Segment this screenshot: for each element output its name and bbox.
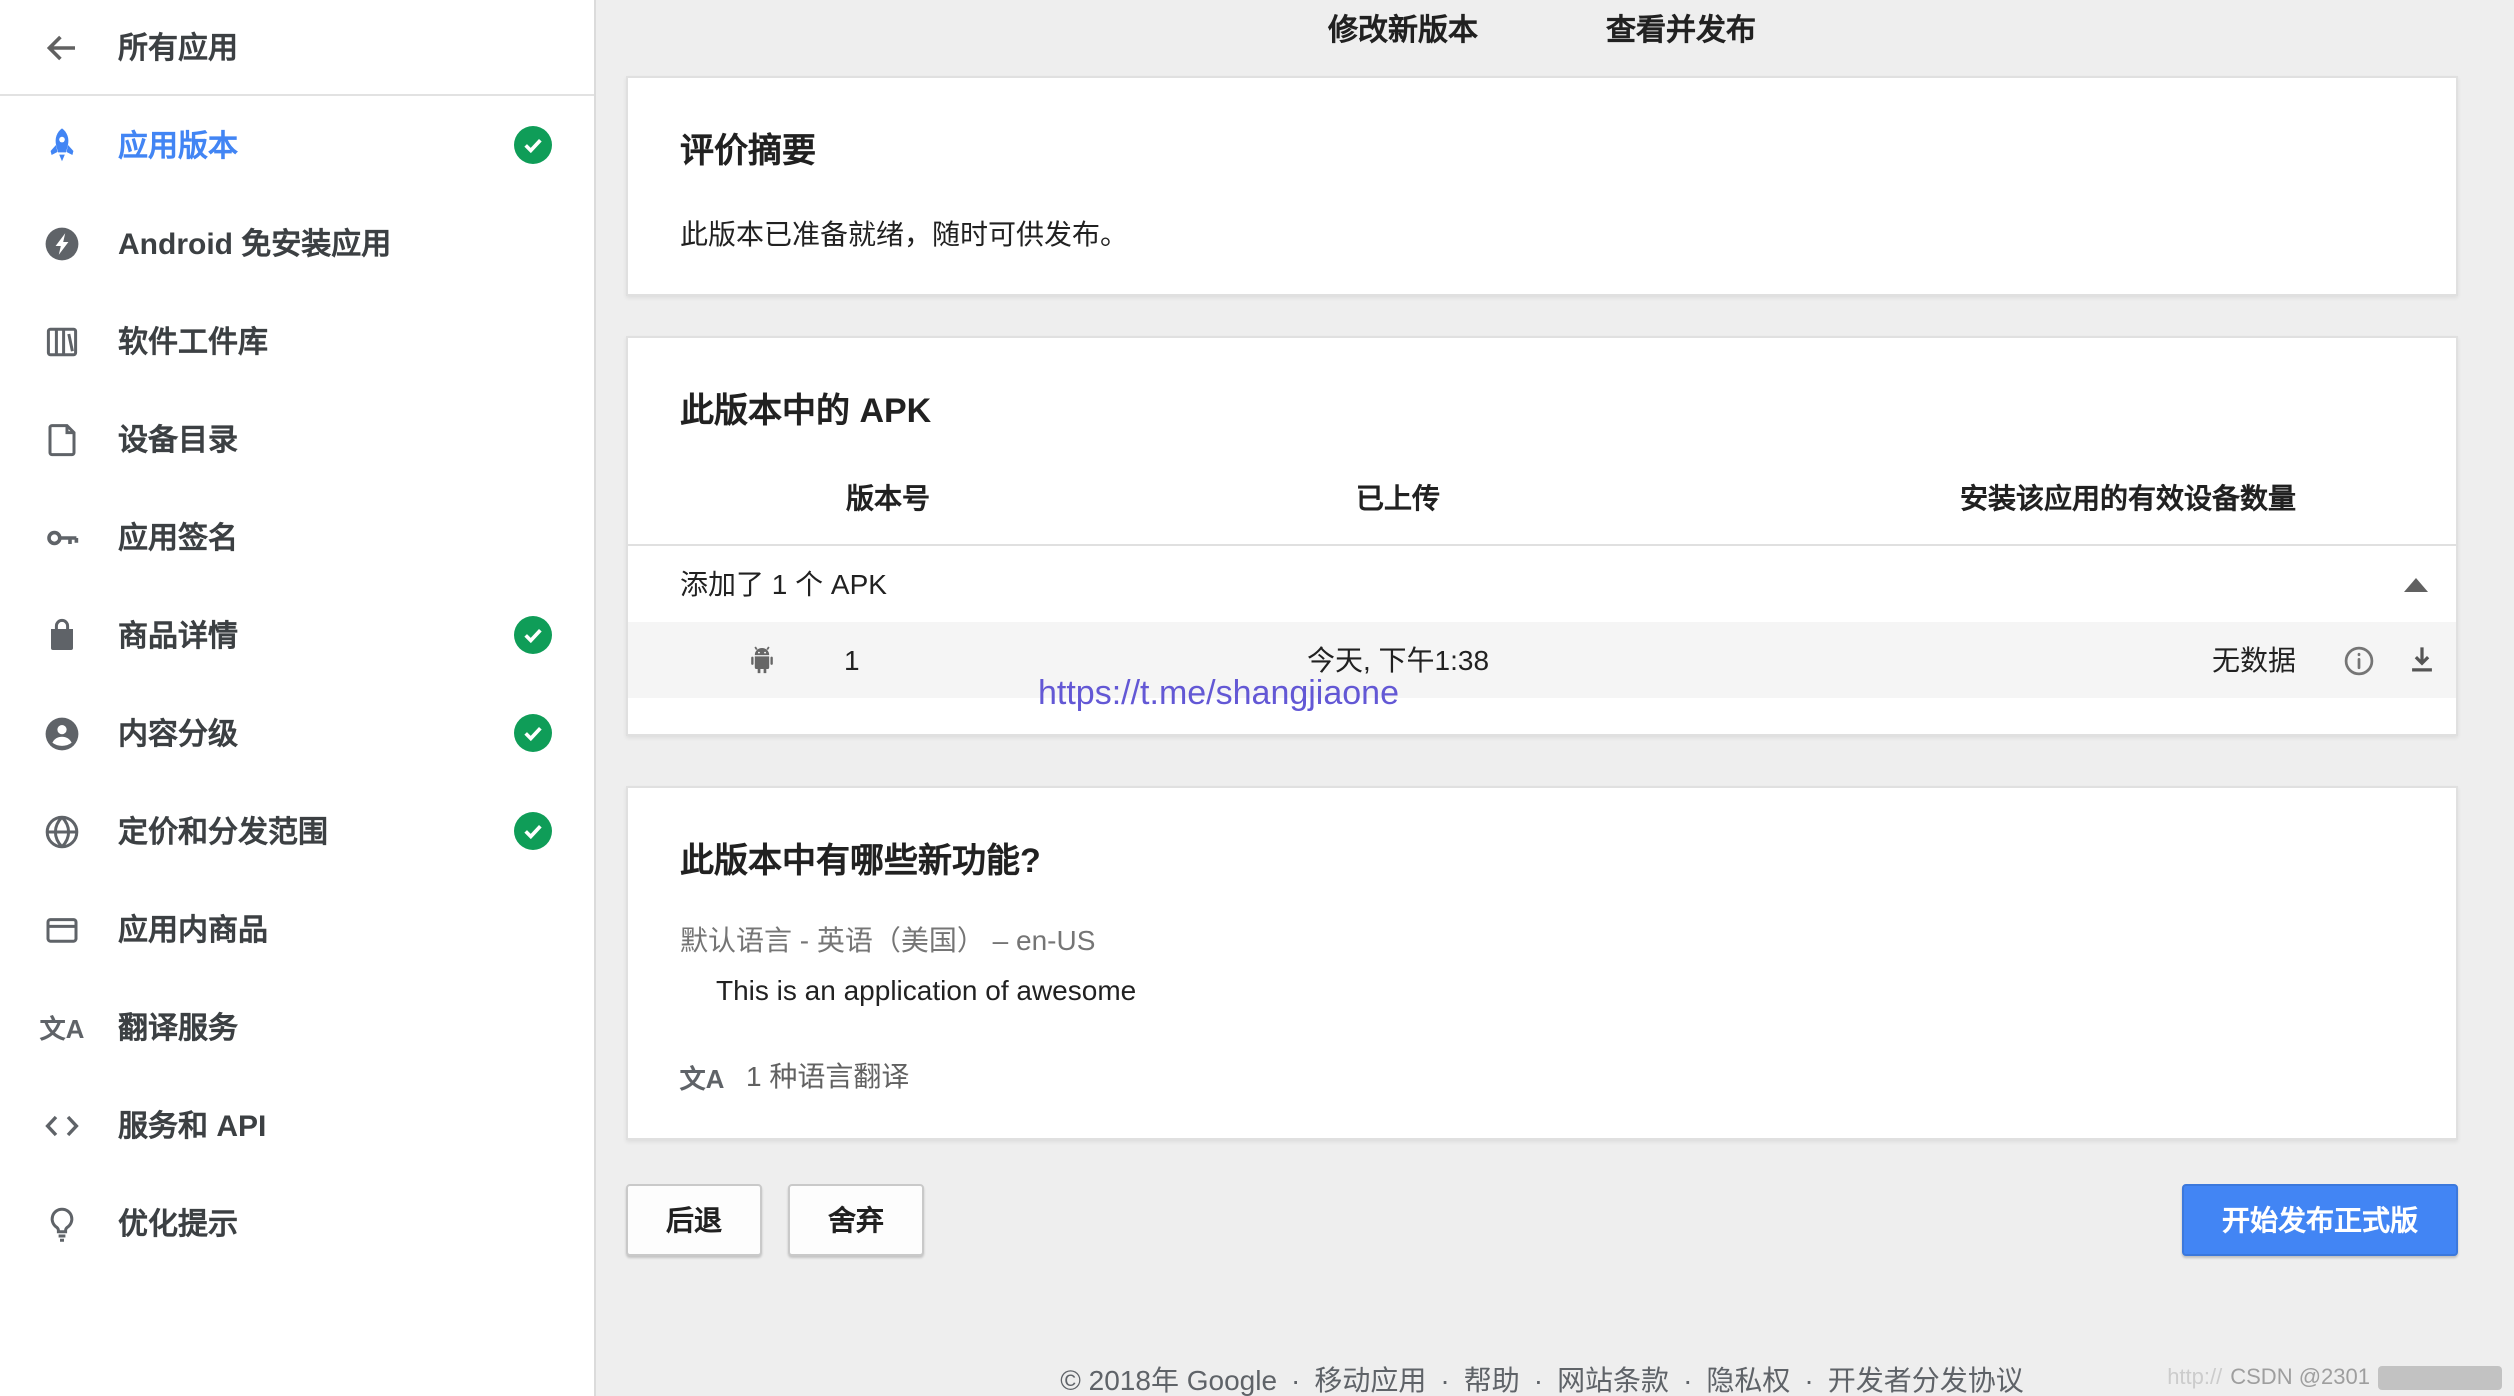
back-arrow-icon: [40, 25, 84, 69]
sidebar-item-label: 优化提示: [118, 1202, 570, 1244]
csdn-watermark-text: CSDN @2301: [2230, 1366, 2370, 1390]
csdn-watermark-prefix: http://: [2167, 1366, 2222, 1390]
discard-button[interactable]: 舍弃: [788, 1184, 924, 1256]
apk-table-row: 1 今天, 下午1:38 无数据: [628, 622, 2456, 698]
sidebar-item-label: 定价和分发范围: [118, 810, 514, 852]
lightning-icon: [40, 221, 84, 265]
csdn-watermark: http:// CSDN @2301: [2167, 1366, 2502, 1390]
android-robot-icon: [744, 642, 780, 678]
main-content: 修改新版本 查看并发布 评价摘要 此版本已准备就绪，随时可供发布。 此版本中的 …: [594, 0, 2514, 1396]
apk-version-value: 1: [844, 644, 860, 676]
check-icon: [514, 126, 552, 164]
release-step-tabs: 修改新版本 查看并发布: [626, 0, 2458, 56]
apk-devices-value: 无数据: [1648, 640, 2456, 680]
footer-link-privacy[interactable]: 隐私权: [1669, 1364, 1790, 1396]
sidebar-item-in-app-products[interactable]: 应用内商品: [0, 880, 594, 978]
check-icon: [514, 616, 552, 654]
sidebar-item-label: 应用签名: [118, 516, 570, 558]
translations-count-label: 1 种语言翻译: [746, 1056, 909, 1096]
footer-link-mobile-app[interactable]: 移动应用: [1277, 1364, 1426, 1396]
sidebar-item-instant-apps[interactable]: Android 免安装应用: [0, 194, 594, 292]
rollout-button[interactable]: 开始发布正式版: [2182, 1184, 2458, 1256]
sidebar-item-translation-service[interactable]: 文A 翻译服务: [0, 978, 594, 1076]
review-summary-text: 此版本已准备就绪，随时可供发布。: [680, 214, 2404, 254]
whats-new-card: 此版本中有哪些新功能? 默认语言 - 英语（美国） – en-US This i…: [626, 786, 2458, 1140]
sidebar-item-pricing-distribution[interactable]: 定价和分发范围: [0, 782, 594, 880]
sidebar-back-label: 所有应用: [118, 26, 238, 68]
check-icon: [514, 812, 552, 850]
translate-icon: 文A: [40, 1005, 84, 1049]
lightbulb-icon: [40, 1201, 84, 1245]
csdn-watermark-highlight: [2378, 1366, 2502, 1390]
collapse-arrow-icon[interactable]: [2404, 577, 2428, 591]
sidebar-item-label: 应用版本: [118, 124, 514, 166]
sidebar-item-app-releases[interactable]: 应用版本: [0, 96, 594, 194]
action-bar: 后退 舍弃 开始发布正式版: [626, 1184, 2458, 1256]
download-icon[interactable]: [2404, 642, 2440, 678]
check-icon: [514, 714, 552, 752]
apk-card-title: 此版本中的 APK: [680, 382, 2404, 432]
whats-new-title: 此版本中有哪些新功能?: [680, 832, 2404, 882]
footer-copyright: © 2018年 Google: [1060, 1364, 1277, 1396]
sidebar: 所有应用 应用版本 Android 免安装应用 软件工件库 设备目: [0, 0, 594, 1396]
play-console-release-page: 所有应用 应用版本 Android 免安装应用 软件工件库 设备目: [0, 0, 2514, 1396]
library-icon: [40, 319, 84, 363]
apk-card: 此版本中的 APK 版本号 已上传 安装该应用的有效设备数量 添加了 1 个 A…: [626, 336, 2458, 736]
sidebar-item-label: Android 免安装应用: [118, 222, 570, 264]
release-notes-text: This is an application of awesome: [680, 974, 2404, 1006]
sidebar-item-services-apis[interactable]: 服务和 API: [0, 1076, 594, 1174]
globe-icon: [40, 809, 84, 853]
translate-icon: 文A: [680, 1054, 724, 1098]
sidebar-item-app-signing[interactable]: 应用签名: [0, 488, 594, 586]
review-summary-title: 评价摘要: [680, 122, 2404, 172]
column-header-version: 版本号: [628, 477, 1148, 517]
key-icon: [40, 515, 84, 559]
sidebar-item-label: 设备目录: [118, 418, 570, 460]
rocket-icon: [40, 123, 84, 167]
column-header-devices: 安装该应用的有效设备数量: [1648, 477, 2456, 517]
sidebar-back-all-apps[interactable]: 所有应用: [0, 0, 594, 96]
card-icon: [40, 907, 84, 951]
review-summary-card: 评价摘要 此版本已准备就绪，随时可供发布。: [626, 76, 2458, 296]
footer-link-distribution-agreement[interactable]: 开发者分发协议: [1790, 1364, 2023, 1396]
footer-link-terms[interactable]: 网站条款: [1520, 1364, 1669, 1396]
sidebar-item-device-catalog[interactable]: 设备目录: [0, 390, 594, 488]
sidebar-item-label: 内容分级: [118, 712, 514, 754]
footer-link-help[interactable]: 帮助: [1426, 1364, 1519, 1396]
info-icon[interactable]: [2342, 643, 2376, 677]
store-icon: [40, 613, 84, 657]
default-language-label: 默认语言 - 英语（美国） – en-US: [680, 920, 2404, 960]
sidebar-item-artifact-library[interactable]: 软件工件库: [0, 292, 594, 390]
telegram-watermark-link[interactable]: https://t.me/shangjiaone: [1038, 674, 1399, 714]
column-header-uploaded: 已上传: [1148, 477, 1648, 517]
sidebar-item-label: 商品详情: [118, 614, 514, 656]
back-button[interactable]: 后退: [626, 1184, 762, 1256]
sidebar-item-store-listing[interactable]: 商品详情: [0, 586, 594, 684]
sidebar-item-optimization-tips[interactable]: 优化提示: [0, 1174, 594, 1272]
code-brackets-icon: [40, 1103, 84, 1147]
sidebar-item-content-rating[interactable]: 内容分级: [0, 684, 594, 782]
tab-edit-release[interactable]: 修改新版本: [1328, 8, 1478, 50]
apk-table-header: 版本号 已上传 安装该应用的有效设备数量: [628, 450, 2456, 546]
sidebar-item-label: 软件工件库: [118, 320, 570, 362]
device-catalog-icon: [40, 417, 84, 461]
sidebar-item-label: 应用内商品: [118, 908, 570, 950]
apk-group-label: 添加了 1 个 APK: [680, 564, 887, 604]
person-icon: [40, 711, 84, 755]
sidebar-item-label: 翻译服务: [118, 1006, 570, 1048]
apk-group-row[interactable]: 添加了 1 个 APK: [628, 546, 2456, 622]
translations-row[interactable]: 文A 1 种语言翻译: [680, 1054, 2404, 1098]
sidebar-item-label: 服务和 API: [118, 1104, 570, 1146]
tab-review-publish[interactable]: 查看并发布: [1606, 8, 1756, 50]
